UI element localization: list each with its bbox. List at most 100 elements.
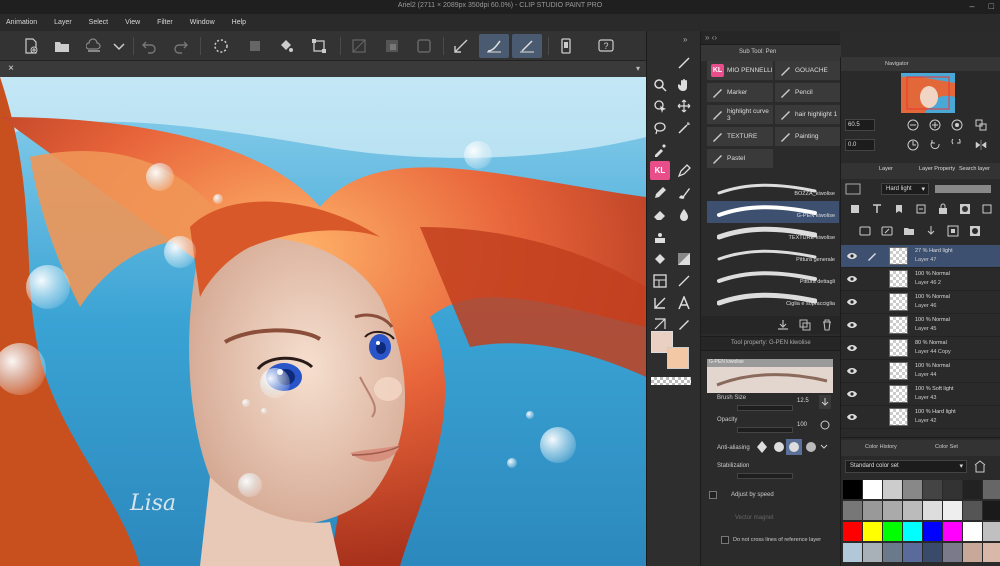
- draft-layer-icon[interactable]: [915, 203, 927, 215]
- reference-layer-icon[interactable]: [893, 203, 905, 215]
- menu-item-animation[interactable]: Animation: [6, 19, 37, 26]
- eye-icon[interactable]: [847, 344, 857, 352]
- blend-mode-select[interactable]: Hard light ▾: [881, 183, 929, 195]
- color-swatch[interactable]: [983, 522, 1000, 541]
- frame-border-icon[interactable]: [650, 271, 670, 290]
- pen-tilt-icon[interactable]: [512, 34, 542, 58]
- mask-icon[interactable]: [959, 203, 971, 215]
- zoom-input[interactable]: 60.5: [845, 119, 875, 131]
- color-swatch[interactable]: [843, 480, 862, 499]
- flip-horizontal-icon[interactable]: [975, 139, 987, 151]
- zoom-out-icon[interactable]: [907, 119, 919, 131]
- sub-tool-group[interactable]: TEXTURE: [707, 127, 773, 146]
- selection-border-icon[interactable]: [415, 37, 433, 55]
- sub-color-swatch[interactable]: [667, 347, 689, 369]
- dropdown-arrow-icon[interactable]: [110, 37, 128, 55]
- color-swatch[interactable]: [883, 543, 902, 562]
- merge-down-icon[interactable]: [947, 225, 959, 237]
- menu-item-window[interactable]: Window: [190, 19, 215, 26]
- color-swatch[interactable]: [923, 480, 942, 499]
- color-swatch[interactable]: [863, 480, 882, 499]
- menu-item-layer[interactable]: Layer: [54, 19, 72, 26]
- color-swatch[interactable]: [983, 480, 1000, 499]
- redo-icon[interactable]: [172, 37, 190, 55]
- color-swatch[interactable]: [903, 543, 922, 562]
- selection-loading-icon[interactable]: [212, 37, 230, 55]
- rotation-input[interactable]: 0.0: [845, 139, 875, 151]
- color-swatch[interactable]: [903, 522, 922, 541]
- minimize-icon[interactable]: –: [970, 1, 975, 11]
- stabilizer-icon[interactable]: [452, 37, 470, 55]
- text-icon[interactable]: [674, 293, 694, 312]
- transparent-color-swatch[interactable]: [651, 377, 691, 385]
- layer-row[interactable]: 100 % Normal Layer 46 2: [841, 268, 1000, 291]
- brush-item[interactable]: Pittura generale: [707, 245, 839, 267]
- brush-icon[interactable]: [674, 183, 694, 202]
- deselect-icon[interactable]: [350, 37, 368, 55]
- open-folder-icon[interactable]: [53, 37, 71, 55]
- layer-opacity-bar[interactable]: [935, 185, 991, 193]
- color-swatch[interactable]: [963, 522, 982, 541]
- color-swatch[interactable]: [983, 543, 1000, 562]
- pen-nib-icon[interactable]: [674, 53, 694, 72]
- hand-icon[interactable]: [674, 75, 694, 94]
- color-set-menu-icon[interactable]: [973, 460, 987, 473]
- pen-pressure-icon[interactable]: [479, 34, 509, 58]
- layer-tab[interactable]: Layer Property: [919, 166, 955, 172]
- color-swatch[interactable]: [963, 480, 982, 499]
- magic-wand-icon[interactable]: [674, 118, 694, 137]
- navigator-thumbnail[interactable]: [901, 73, 955, 113]
- brush-item[interactable]: Ciglia e sopracciglia: [707, 289, 839, 311]
- color-swatch[interactable]: [863, 543, 882, 562]
- adjust-speed-checkbox[interactable]: [709, 491, 717, 499]
- trash-icon[interactable]: [821, 319, 833, 331]
- clipping-icon[interactable]: [871, 203, 883, 215]
- color-swatch[interactable]: [843, 522, 862, 541]
- opacity-link-icon[interactable]: [819, 419, 831, 431]
- layer-color-icon[interactable]: [845, 183, 861, 195]
- anti-aliasing-options[interactable]: [755, 439, 829, 455]
- opacity-value[interactable]: 100: [797, 422, 807, 428]
- brush-size-slider[interactable]: [737, 405, 793, 411]
- color-swatch[interactable]: [903, 501, 922, 520]
- undo-icon[interactable]: [140, 37, 158, 55]
- layer-row[interactable]: 27 % Hard light Layer 47: [841, 245, 1000, 268]
- sub-tool-group[interactable]: GOUACHE: [775, 61, 841, 80]
- gradient-icon[interactable]: [674, 249, 694, 268]
- color-swatch[interactable]: [923, 522, 942, 541]
- color-swatch[interactable]: [983, 501, 1000, 520]
- panel-arrows[interactable]: » ‹›: [705, 33, 717, 42]
- color-swatch[interactable]: [843, 501, 862, 520]
- import-icon[interactable]: [777, 319, 789, 331]
- layer-tab[interactable]: Layer: [879, 166, 893, 172]
- menu-item-select[interactable]: Select: [89, 19, 108, 26]
- lock-layer-icon[interactable]: [937, 203, 949, 215]
- new-raster-layer-icon[interactable]: [859, 225, 871, 237]
- color-swatch[interactable]: [883, 522, 902, 541]
- clear-icon[interactable]: [246, 37, 264, 55]
- object-select-icon[interactable]: [650, 96, 670, 115]
- color-tab[interactable]: Color History: [865, 444, 897, 450]
- color-swatch[interactable]: [923, 543, 942, 562]
- pressure-toggle-icon[interactable]: [819, 395, 831, 409]
- kl-brush-tool-icon[interactable]: KL: [650, 161, 670, 180]
- sub-tool-group[interactable]: Marker: [707, 83, 773, 102]
- eraser-icon[interactable]: [650, 205, 670, 224]
- transform-icon[interactable]: [310, 37, 328, 55]
- layer-tab[interactable]: Search layer: [959, 166, 990, 172]
- help-icon[interactable]: ?: [597, 37, 615, 55]
- fill-bucket-icon[interactable]: [650, 249, 670, 268]
- color-swatch[interactable]: [963, 501, 982, 520]
- invert-selection-icon[interactable]: [383, 37, 401, 55]
- color-set-select[interactable]: Standard color set ▾: [845, 460, 967, 473]
- new-folder-icon[interactable]: [903, 225, 915, 237]
- color-swatch[interactable]: [943, 543, 962, 562]
- color-swatch[interactable]: [883, 480, 902, 499]
- color-swatch[interactable]: [943, 522, 962, 541]
- menu-item-help[interactable]: Help: [232, 19, 246, 26]
- figure-icon[interactable]: [650, 227, 670, 246]
- smartphone-icon[interactable]: [557, 37, 575, 55]
- color-swatch[interactable]: [963, 543, 982, 562]
- eye-icon[interactable]: [847, 413, 857, 421]
- create-mask-icon[interactable]: [969, 225, 981, 237]
